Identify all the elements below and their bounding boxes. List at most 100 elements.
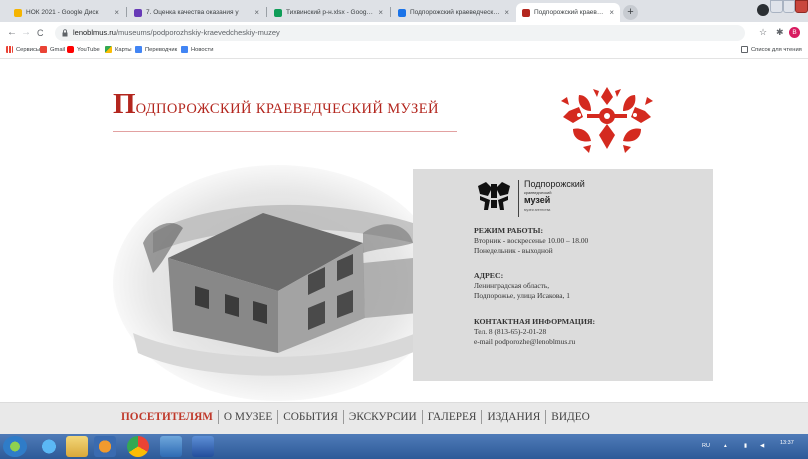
language-indicator[interactable]: RU bbox=[702, 443, 710, 449]
reading-list-icon bbox=[741, 46, 748, 53]
profile-avatar[interactable]: B bbox=[789, 27, 800, 38]
bookmark-gmail[interactable]: Gmail bbox=[40, 46, 65, 53]
bookmark-label: YouTube bbox=[77, 46, 100, 53]
contact-email[interactable]: e-mail podporozhe@lenoblmus.ru bbox=[474, 337, 575, 347]
tab-title: Тихвинский р-н.xlsx - Google Т bbox=[286, 9, 375, 16]
close-icon[interactable]: × bbox=[254, 8, 259, 17]
google-drive-icon bbox=[14, 8, 22, 17]
window-minimize-button[interactable] bbox=[770, 0, 783, 13]
hours-line-1: Вторник - воскресенье 10.00 – 18.00 bbox=[474, 236, 589, 245]
file-explorer-icon[interactable] bbox=[66, 436, 88, 457]
tray-network-icon[interactable]: ▮ bbox=[744, 443, 747, 449]
tab-podporozhye-active[interactable]: Подпорожский краеведческий × bbox=[516, 3, 620, 22]
logo-text-muzey: музей bbox=[524, 195, 551, 205]
chrome-icon[interactable] bbox=[127, 436, 149, 457]
menu-visitors[interactable]: ПОСЕТИТЕЛЯМ bbox=[118, 411, 216, 423]
close-icon[interactable]: × bbox=[378, 8, 383, 17]
museum-building-sketch bbox=[113, 165, 443, 401]
translate-icon bbox=[135, 46, 142, 53]
contact-phone: Тел. 8 (813-65)-2-01-28 bbox=[474, 327, 547, 336]
site-title-initial: П bbox=[113, 88, 136, 120]
tab-nok-drive[interactable]: НОК 2021 - Google Диск × bbox=[8, 3, 125, 22]
address-line-2: Подпорожье, улица Исакова, 1 bbox=[474, 291, 570, 300]
bookmark-maps[interactable]: Карты bbox=[105, 46, 132, 53]
word-icon[interactable] bbox=[192, 436, 214, 457]
menu-separator bbox=[481, 410, 483, 424]
bookmark-services[interactable]: Сервисы bbox=[6, 46, 40, 53]
close-icon[interactable]: × bbox=[114, 8, 119, 17]
url-text[interactable]: lenoblmus.ru/museums/podporozhskiy-kraev… bbox=[73, 27, 280, 39]
start-button-icon[interactable] bbox=[3, 436, 27, 457]
window-maximize-button[interactable] bbox=[783, 0, 795, 13]
google-sheets-icon bbox=[274, 8, 282, 17]
site-title-rest: ОДПОРОЖСКИЙ КРАЕВЕДЧЕСКИЙ МУЗЕЙ bbox=[135, 101, 439, 117]
maps-icon bbox=[105, 46, 112, 53]
tab-title: 7. Оценка качества оказания у bbox=[146, 9, 239, 16]
menu-gallery[interactable]: ГАЛЕРЕЯ bbox=[425, 411, 480, 423]
menu-separator bbox=[217, 410, 219, 424]
menu-video[interactable]: ВИДЕО bbox=[548, 411, 592, 423]
gmail-icon bbox=[40, 46, 47, 53]
site-menu: ПОСЕТИТЕЛЯМ О МУЗЕЕ СОБЫТИЯ ЭКСКУРСИИ ГА… bbox=[118, 410, 593, 424]
news-icon bbox=[181, 46, 188, 53]
back-button[interactable]: ← bbox=[7, 26, 17, 40]
window-close-button[interactable] bbox=[795, 0, 808, 13]
site-title[interactable]: ПОДПОРОЖСКИЙ КРАЕВЕДЧЕСКИЙ МУЗЕЙ bbox=[113, 89, 439, 119]
tray-flag-icon[interactable]: ▴ bbox=[724, 443, 727, 449]
reload-button[interactable]: C bbox=[37, 26, 44, 40]
tab-title: Подпорожский краеведческий bbox=[410, 9, 501, 16]
youtube-icon bbox=[67, 46, 74, 53]
menu-excursions[interactable]: ЭКСКУРСИИ bbox=[346, 411, 420, 423]
menu-events[interactable]: СОБЫТИЯ bbox=[280, 411, 341, 423]
bookmark-star-icon[interactable]: ☆ bbox=[759, 27, 767, 38]
title-divider bbox=[113, 131, 457, 132]
reading-list-button[interactable]: Список для чтения bbox=[741, 46, 802, 53]
media-player-icon[interactable] bbox=[94, 436, 116, 457]
internet-explorer-icon[interactable] bbox=[38, 436, 60, 457]
menu-separator bbox=[342, 410, 344, 424]
contact-title: КОНТАКТНАЯ ИНФОРМАЦИЯ: bbox=[474, 317, 596, 326]
bookmark-label: Карты bbox=[115, 46, 132, 53]
reading-list-label: Список для чтения bbox=[751, 46, 802, 53]
hours-line-2: Понедельник - выходной bbox=[474, 246, 553, 255]
url-path: /museums/podporozhskiy-kraevedcheskiy-mu… bbox=[115, 28, 280, 37]
bookmark-translate[interactable]: Переводчик bbox=[135, 46, 177, 53]
bookmark-label: Gmail bbox=[50, 46, 66, 53]
bookmark-label: Сервисы bbox=[16, 46, 41, 53]
bookmark-label: Новости bbox=[191, 46, 214, 53]
forward-button[interactable]: → bbox=[21, 26, 31, 40]
bookmark-youtube[interactable]: YouTube bbox=[67, 46, 100, 53]
extensions-icon[interactable]: ✱ bbox=[776, 27, 784, 38]
outlook-icon[interactable] bbox=[160, 436, 182, 457]
tab-quality-form[interactable]: 7. Оценка качества оказания у × bbox=[128, 3, 265, 22]
menu-separator bbox=[421, 410, 423, 424]
menu-separator bbox=[545, 410, 547, 424]
address-line-1: Ленинградская область, bbox=[474, 281, 550, 290]
logo-text-podporozhsky: Подпорожский bbox=[524, 179, 585, 189]
tab-title: НОК 2021 - Google Диск bbox=[26, 9, 99, 16]
info-panel bbox=[413, 169, 713, 381]
google-forms-icon bbox=[134, 8, 142, 17]
logo-divider bbox=[518, 180, 519, 217]
lock-icon bbox=[62, 29, 68, 37]
bookmark-news[interactable]: Новости bbox=[181, 46, 213, 53]
close-icon[interactable]: × bbox=[504, 8, 509, 17]
museum-logo-emblem bbox=[478, 182, 510, 210]
address-title: АДРЕС: bbox=[474, 271, 504, 280]
bookmark-label: Переводчик bbox=[145, 46, 178, 53]
new-tab-button[interactable]: + bbox=[623, 5, 638, 20]
windows-taskbar bbox=[0, 434, 808, 459]
menu-about[interactable]: О МУЗЕЕ bbox=[221, 411, 275, 423]
menu-publications[interactable]: ИЗДАНИЯ bbox=[484, 411, 543, 423]
logo-text-agency: музеи агентства bbox=[524, 208, 551, 212]
tab-tikhvin-sheet[interactable]: Тихвинский р-н.xlsx - Google Т × bbox=[268, 3, 389, 22]
folk-ornament-logo bbox=[561, 87, 653, 153]
tab-title: Подпорожский краеведческий bbox=[534, 9, 605, 16]
clock[interactable]: 13:37 bbox=[780, 440, 794, 446]
profile-menu-icon[interactable] bbox=[757, 4, 769, 16]
close-icon[interactable]: × bbox=[609, 8, 614, 17]
tray-volume-icon[interactable]: ◀ bbox=[760, 443, 764, 449]
tab-podporozhye-1[interactable]: Подпорожский краеведческий × bbox=[392, 3, 515, 22]
museum-icon bbox=[522, 8, 530, 17]
site-icon bbox=[398, 8, 406, 17]
